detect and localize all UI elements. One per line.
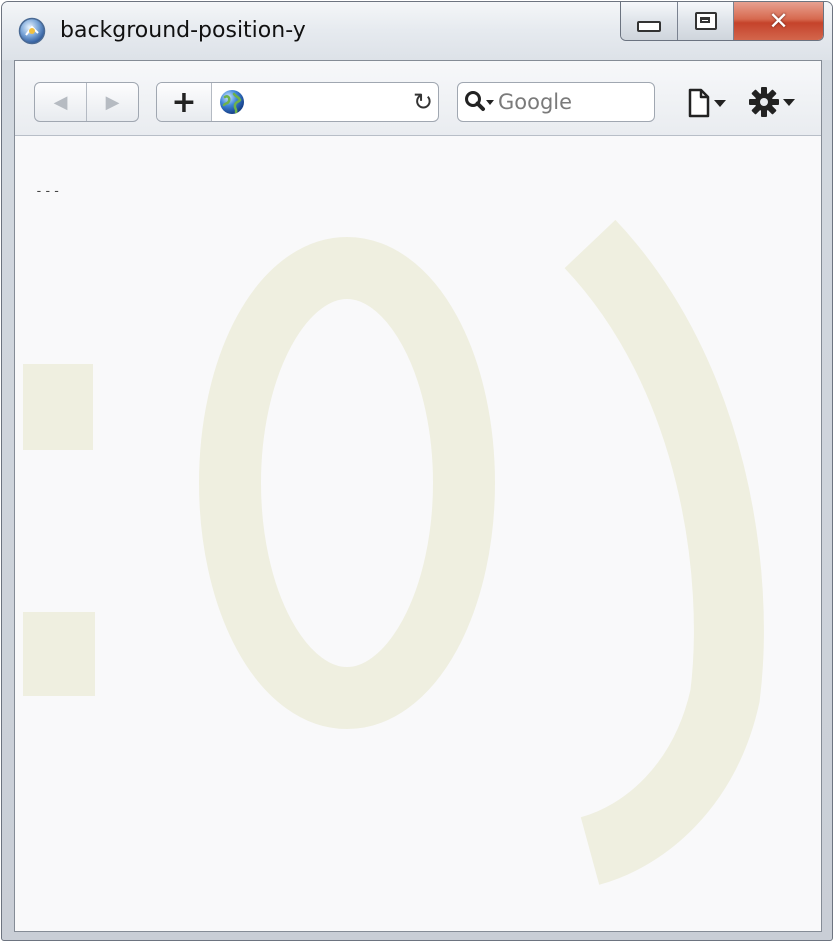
address-bar: + ↻ — [156, 82, 439, 122]
maximize-button[interactable] — [677, 2, 733, 40]
background-glyph-image — [23, 219, 764, 885]
tools-menu-button[interactable] — [748, 85, 800, 119]
window-title: background-position-y — [60, 18, 306, 43]
reload-icon: ↻ — [412, 88, 434, 116]
browser-frame: ◀ ▶ + ↻ Google --- — [14, 60, 822, 932]
search-input[interactable] — [498, 90, 654, 114]
colon-bottom-dot — [23, 612, 95, 696]
search-engine-button[interactable] — [458, 83, 498, 121]
paren-glyph — [564, 219, 764, 885]
back-arrow-icon: ◀ — [53, 91, 68, 113]
minimize-button[interactable] — [621, 2, 677, 40]
add-bookmark-button[interactable]: + — [157, 83, 212, 121]
close-icon: ✕ — [768, 7, 789, 35]
browser-window: background-position-y ✕ ◀ ▶ + ↻ Google -… — [1, 1, 833, 941]
page-menu-button[interactable] — [687, 87, 733, 119]
page-icon — [688, 88, 710, 118]
globe-icon — [220, 90, 244, 114]
background-glyphs — [23, 219, 764, 885]
search-icon — [465, 91, 494, 111]
page-content: --- — [15, 136, 821, 931]
back-button[interactable]: ◀ — [35, 83, 86, 121]
maximize-icon — [694, 12, 717, 30]
zero-glyph — [199, 237, 495, 729]
plus-icon: + — [171, 84, 197, 120]
gear-icon — [749, 87, 779, 117]
browser-app-icon — [18, 17, 46, 45]
chevron-down-icon — [783, 98, 795, 106]
search-box — [457, 82, 655, 122]
title-bar[interactable]: background-position-y ✕ — [2, 2, 832, 60]
page-text: --- — [35, 184, 62, 199]
forward-arrow-icon: ▶ — [105, 91, 120, 113]
close-button[interactable]: ✕ — [733, 2, 823, 40]
back-forward-group: ◀ ▶ — [34, 82, 139, 122]
forward-button[interactable]: ▶ — [86, 83, 138, 121]
chevron-down-icon — [714, 99, 726, 107]
window-controls: ✕ — [620, 2, 824, 41]
address-input[interactable] — [246, 83, 408, 121]
reload-button[interactable]: ↻ — [408, 83, 438, 121]
minimize-icon — [637, 20, 661, 32]
colon-top-dot — [23, 364, 93, 450]
navigation-toolbar: ◀ ▶ + ↻ Google — [15, 61, 821, 136]
